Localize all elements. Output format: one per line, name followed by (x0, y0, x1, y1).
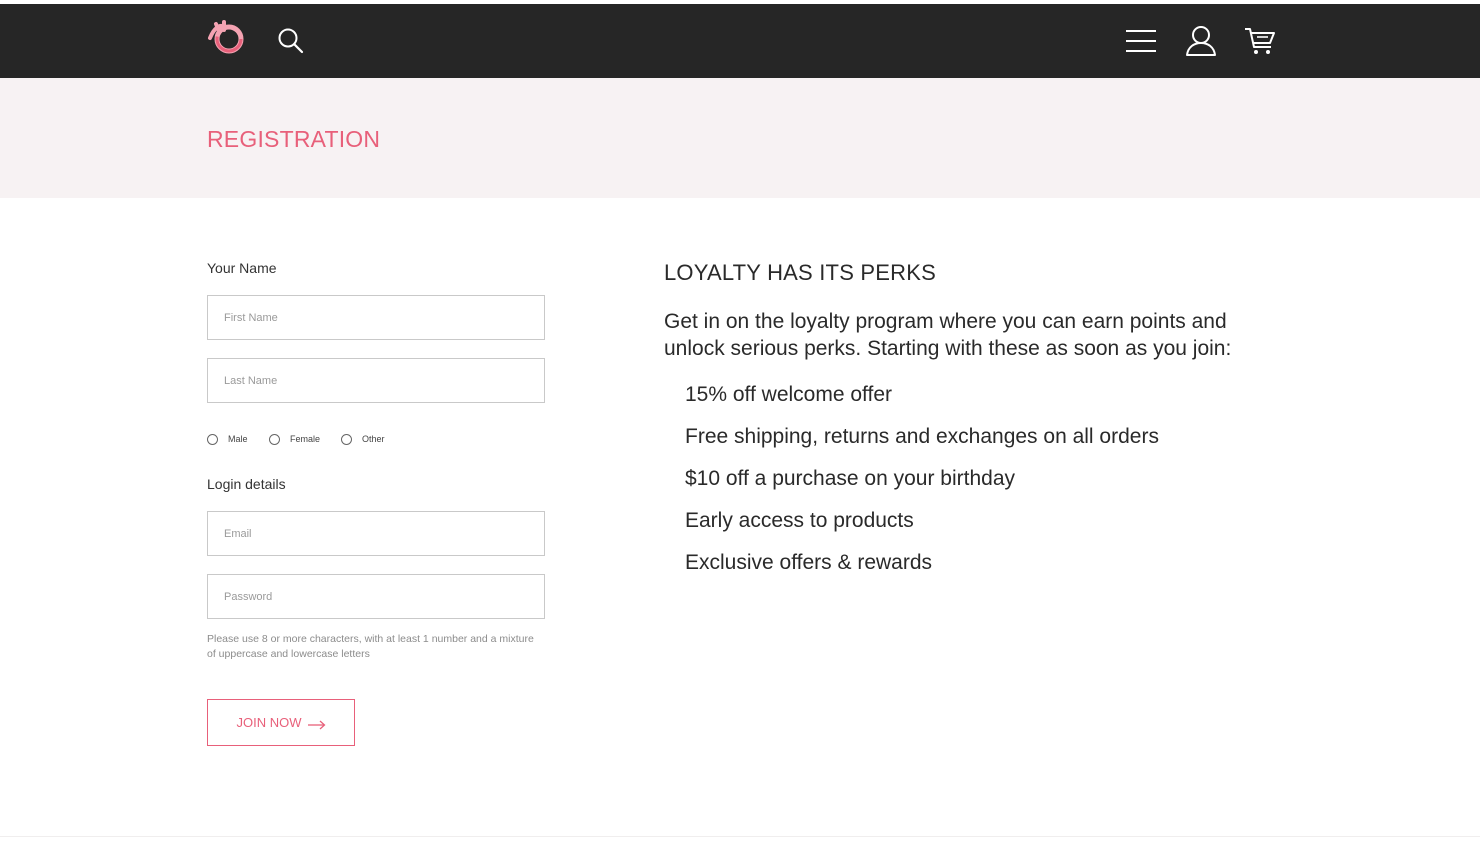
gender-label-female: Female (290, 434, 321, 444)
password-input[interactable] (207, 574, 545, 619)
gender-radio-group: Male Female Other (207, 432, 547, 446)
user-account-icon[interactable] (1184, 24, 1218, 58)
last-name-input[interactable] (207, 358, 545, 403)
perk-item: $10 off a purchase on your birthday (685, 467, 1016, 490)
gender-radio-male[interactable]: Male (207, 432, 248, 446)
arrow-right-icon (307, 718, 326, 729)
login-section-label: Login details (207, 476, 286, 492)
first-name-input[interactable] (207, 295, 545, 340)
name-section-label: Your Name (207, 260, 277, 276)
hamburger-menu-icon[interactable] (1124, 24, 1158, 58)
password-hint: Please use 8 or more characters, with at… (207, 633, 534, 660)
shopping-cart-icon[interactable] (1243, 24, 1277, 58)
page-hero: REGISTRATION (0, 78, 1480, 198)
perks-intro: Get in on the loyalty program where you … (664, 310, 1232, 360)
radio-circle-icon[interactable] (269, 433, 280, 445)
perk-item: Early access to products (685, 509, 914, 532)
gender-radio-female[interactable]: Female (269, 432, 320, 446)
perk-item: Free shipping, returns and exchanges on … (685, 425, 1159, 448)
join-now-button[interactable]: JOIN NOW (207, 699, 355, 746)
gender-label-other: Other (362, 434, 385, 444)
join-now-label: JOIN NOW (236, 715, 302, 730)
site-header (0, 4, 1480, 78)
perk-item: Exclusive offers & rewards (685, 551, 933, 574)
page-title: REGISTRATION (207, 126, 381, 152)
perks-list: 15% off welcome offer Free shipping, ret… (685, 380, 1159, 590)
search-icon[interactable] (276, 26, 310, 60)
perk-item: 15% off welcome offer (685, 383, 893, 406)
radio-circle-icon[interactable] (341, 433, 352, 445)
email-input[interactable] (207, 511, 545, 556)
radio-circle-icon[interactable] (207, 433, 218, 445)
perks-title: LOYALTY HAS ITS PERKS (664, 260, 936, 285)
gender-radio-other[interactable]: Other (341, 432, 385, 446)
gender-label-male: Male (228, 434, 248, 444)
brand-logo-icon[interactable] (204, 18, 250, 58)
footer-divider (0, 836, 1480, 837)
